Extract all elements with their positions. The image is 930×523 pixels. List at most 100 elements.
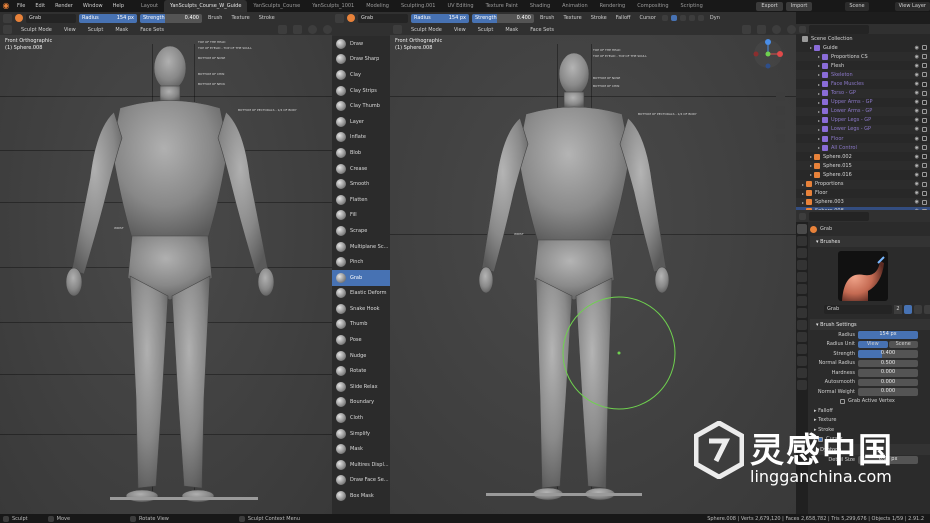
expand-arrow-icon[interactable]: ▸ (818, 54, 820, 59)
outliner-row-floor[interactable]: ▸ Floor ◉ (796, 134, 930, 143)
brush-menu[interactable]: Brush (537, 15, 557, 21)
exclude-checkbox[interactable] (922, 63, 927, 69)
brush-item-slide-relax[interactable]: Slide Relax (332, 379, 390, 395)
visibility-eye-icon[interactable]: ◉ (915, 90, 919, 96)
scene-collection-row[interactable]: Scene Collection (796, 34, 930, 43)
exclude-checkbox[interactable] (922, 181, 927, 187)
properties-tab-tool-icon[interactable] (797, 224, 807, 234)
tab-yansculpts-1001[interactable]: YanSculpts_1001 (306, 0, 360, 12)
brush-item-pose[interactable]: Pose (332, 332, 390, 348)
grab-active-vertex-checkbox[interactable] (840, 398, 845, 404)
tab-modeling[interactable]: Modeling (360, 0, 395, 12)
brush-item-thumb[interactable]: Thumb (332, 317, 390, 333)
expand-arrow-icon[interactable]: ▸ (802, 182, 804, 187)
z-axis-toggle[interactable] (688, 15, 695, 21)
expand-arrow-icon[interactable]: ▸ (818, 109, 820, 114)
expand-arrow-icon[interactable]: ▸ (802, 200, 804, 205)
brush-settings-section-header[interactable]: ▾ Brush Settings (810, 319, 930, 330)
menu-edit[interactable]: Edit (30, 3, 50, 9)
brush-item-box-mask[interactable]: Box Mask (332, 488, 390, 504)
tab-shading[interactable]: Shading (524, 0, 556, 12)
exclude-checkbox[interactable] (922, 99, 927, 105)
xray-icon[interactable] (293, 25, 302, 34)
exclude-checkbox[interactable] (922, 72, 927, 78)
pan-hand-icon[interactable] (776, 106, 785, 115)
duplicate-brush-icon[interactable] (914, 305, 922, 314)
viewport-left[interactable]: Sculpt Mode View Sculpt Mask Face Sets F… (0, 24, 332, 514)
brush-item-clay-strips[interactable]: Clay Strips (332, 83, 390, 99)
exclude-checkbox[interactable] (922, 199, 927, 205)
brush-item-snake-hook[interactable]: Snake Hook (332, 301, 390, 317)
expand-arrow-icon[interactable]: ▸ (818, 145, 820, 150)
field-hardness[interactable]: 0.000 (858, 369, 918, 377)
brush-item-multiplane-sc[interactable]: Multiplane Sc... (332, 239, 390, 255)
visibility-eye-icon[interactable]: ◉ (915, 126, 919, 132)
expand-arrow-icon[interactable]: ▸ (818, 82, 820, 87)
unlink-brush-icon[interactable] (924, 305, 930, 314)
outliner-row-sphere-015[interactable]: ▸ Sphere.015 ◉ (796, 161, 930, 171)
visibility-eye-icon[interactable]: ◉ (915, 63, 919, 69)
visibility-eye-icon[interactable]: ◉ (915, 108, 919, 114)
field-radius[interactable]: 154 px (858, 331, 918, 339)
symmetry-icon[interactable] (661, 15, 668, 21)
outliner-row-face-muscles[interactable]: ▸ Face Muscles ◉ (796, 79, 930, 88)
fake-user-shield-icon[interactable] (904, 305, 912, 314)
texture-menu[interactable]: Texture (560, 15, 584, 21)
material-shading-icon[interactable] (323, 25, 332, 34)
outliner-row-torso-gp[interactable]: ▸ Torso - GP ◉ (796, 88, 930, 98)
field-strength[interactable]: 0.400 (858, 350, 918, 358)
outliner-row-upper-legs-gp[interactable]: ▸ Upper Legs - GP ◉ (796, 116, 930, 125)
dyntopo-label[interactable]: Dyn (707, 15, 723, 21)
outliner-editor-icon[interactable] (799, 25, 806, 33)
visibility-eye-icon[interactable]: ◉ (915, 199, 919, 205)
editor-type-icon[interactable] (3, 25, 12, 34)
expand-arrow-icon[interactable]: ▸ (818, 100, 820, 105)
outliner-row-skeleton[interactable]: ▸ Skeleton ◉ (796, 70, 930, 80)
brush-item-clay-thumb[interactable]: Clay Thumb (332, 98, 390, 114)
outliner-row-flesh[interactable]: ▸ Flesh ◉ (796, 61, 930, 70)
solid-shading-icon[interactable] (772, 25, 781, 34)
menu-help[interactable]: Help (108, 3, 129, 9)
brush-item-draw[interactable]: Draw (332, 36, 390, 52)
properties-tab-constraints-icon[interactable] (797, 344, 807, 354)
navigation-gizmo[interactable] (752, 38, 784, 70)
field-normal-weight[interactable]: 0.000 (858, 388, 918, 396)
brush-menu[interactable]: Brush (205, 15, 225, 21)
properties-editor-icon[interactable] (799, 212, 806, 220)
falloff-menu[interactable]: Falloff (613, 15, 634, 21)
brush-item-cloth[interactable]: Cloth (332, 410, 390, 426)
view-menu[interactable]: View (61, 27, 79, 33)
expand-arrow-icon[interactable]: ▸ (818, 72, 820, 77)
properties-tab-world-icon[interactable] (797, 284, 807, 294)
radius-field[interactable]: Radius 154 px (79, 13, 137, 23)
expand-arrow-icon[interactable]: ▸ (810, 163, 812, 168)
tab-yansculpts-course-w-guide[interactable]: YanSculpts_Course_W_Guide (164, 0, 248, 12)
visibility-eye-icon[interactable]: ◉ (915, 163, 919, 169)
outliner-row-floor[interactable]: ▸ Floor ◉ (796, 189, 930, 198)
brush-icon[interactable] (347, 14, 355, 22)
brush-item-boundary[interactable]: Boundary (332, 395, 390, 411)
outliner-row-sphere-003[interactable]: ▸ Sphere.003 ◉ (796, 197, 930, 207)
outliner-row-proportions-cs[interactable]: ▸ Proportions CS ◉ (796, 52, 930, 62)
texture-menu[interactable]: Texture (228, 15, 252, 21)
outliner-row-lower-arms-gp[interactable]: ▸ Lower Arms - GP ◉ (796, 106, 930, 116)
brush-name-field[interactable]: Grab (358, 13, 408, 23)
exclude-checkbox[interactable] (922, 45, 927, 51)
outliner-row-sphere-016[interactable]: ▸ Sphere.016 ◉ (796, 170, 930, 179)
mask-menu[interactable]: Mask (502, 27, 521, 33)
active-brush-row[interactable]: Grab (810, 222, 930, 236)
expand-arrow-icon[interactable]: ▸ (818, 63, 820, 68)
visibility-eye-icon[interactable]: ◉ (915, 54, 919, 60)
visibility-eye-icon[interactable]: ◉ (915, 172, 919, 178)
grab-active-vertex-row[interactable]: Grab Active Vertex (810, 397, 930, 407)
exclude-checkbox[interactable] (922, 54, 927, 60)
exclude-checkbox[interactable] (922, 117, 927, 123)
face-sets-menu[interactable]: Face Sets (137, 27, 167, 33)
expand-arrow-icon[interactable]: ▸ (818, 127, 820, 132)
outliner-search[interactable] (809, 24, 869, 34)
properties-tab-object-icon[interactable] (797, 296, 807, 306)
exclude-checkbox[interactable] (922, 81, 927, 87)
view-menu[interactable]: View (451, 27, 469, 33)
radius-unit-scene[interactable]: Scene (888, 340, 918, 348)
field-autosmooth[interactable]: 0.000 (858, 378, 918, 386)
